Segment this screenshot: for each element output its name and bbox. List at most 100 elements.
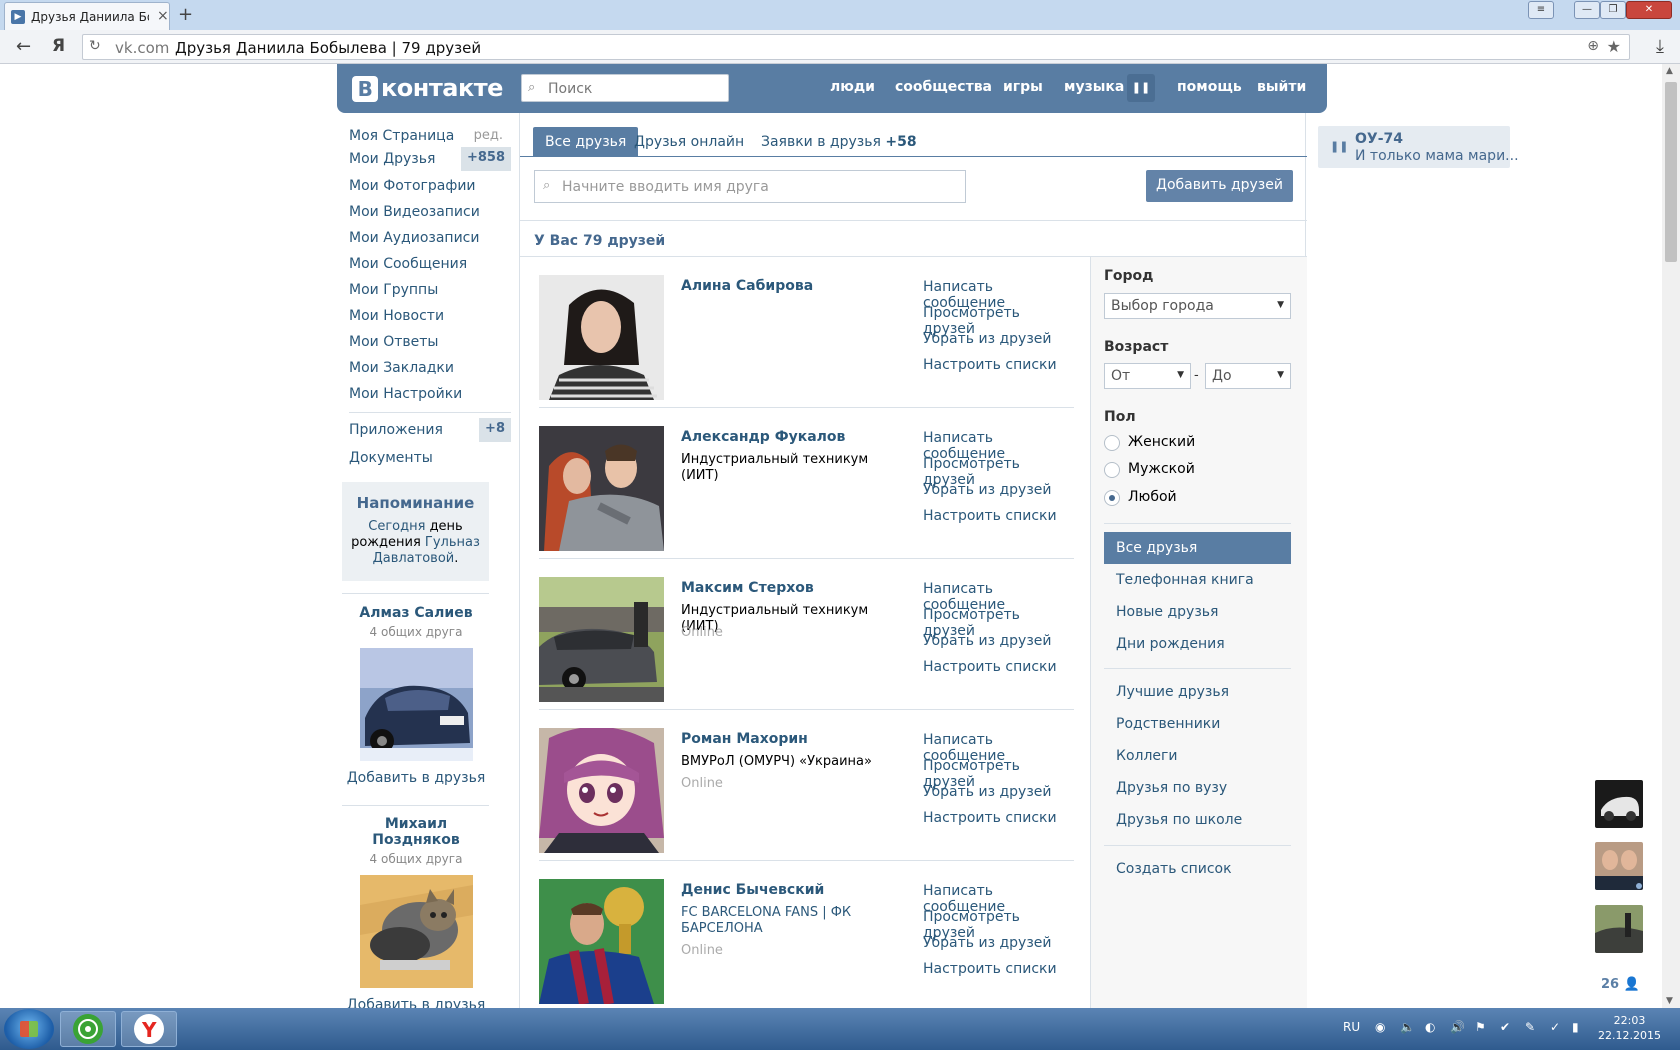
vk-logo[interactable]: Вконтакте [352, 74, 503, 102]
reminder-today-link[interactable]: Сегодня [368, 519, 425, 534]
menu-icon[interactable]: ≡ [1528, 1, 1554, 19]
zoom-icon[interactable]: ⊕ [1587, 38, 1599, 54]
minimize-icon[interactable]: — [1574, 1, 1600, 19]
menu-my-groups[interactable]: Мои Группы [341, 278, 511, 302]
browser-tab[interactable]: ▶ Друзья Даниила Бобы × [4, 2, 170, 30]
nav-communities[interactable]: сообщества [895, 79, 992, 95]
setup-lists-link[interactable]: Настроить списки [923, 357, 1057, 373]
chat-contact-avatar[interactable] [1595, 780, 1643, 828]
menu-documents[interactable]: Документы [341, 446, 511, 470]
nav-games[interactable]: игры [1003, 79, 1043, 95]
friend-avatar[interactable] [539, 426, 664, 551]
nav-music[interactable]: музыка [1064, 79, 1124, 95]
friend-search-input[interactable]: ⌕ Начните вводить имя друга [534, 170, 966, 203]
radio-button[interactable] [1104, 435, 1120, 451]
friend-avatar[interactable] [539, 728, 664, 853]
taskbar-app-yandex[interactable]: Y [121, 1011, 177, 1047]
friend-name[interactable]: Александр Фукалов [681, 429, 845, 445]
city-select[interactable]: Выбор города ▼ [1104, 293, 1291, 319]
setup-lists-link[interactable]: Настроить списки [923, 659, 1057, 675]
flag-icon[interactable]: ⚑ [1475, 1020, 1486, 1034]
edit-link[interactable]: ред. [474, 128, 503, 143]
yandex-icon[interactable]: Я [52, 36, 65, 56]
page-scrollbar[interactable]: ▲ ▼ [1662, 64, 1680, 1008]
url-field[interactable]: ↻ vk.com Друзья Даниила Бобылева | 79 др… [82, 34, 1630, 60]
remove-friend-link[interactable]: Убрать из друзей [923, 331, 1052, 347]
filter-colleagues[interactable]: Коллеги [1104, 740, 1291, 772]
radio-button-selected[interactable] [1104, 490, 1120, 506]
menu-apps[interactable]: Приложения +8 [341, 418, 511, 442]
tray-app-icon[interactable]: ◐ [1425, 1020, 1435, 1034]
volume-icon[interactable]: 🔈 [1400, 1020, 1415, 1034]
menu-my-page[interactable]: Моя Страница ред. [341, 124, 511, 148]
friend-name[interactable]: Максим Стерхов [681, 580, 814, 596]
friend-name[interactable]: Алина Сабирова [681, 278, 813, 294]
chat-contact-avatar[interactable] [1595, 842, 1643, 890]
radio-button[interactable] [1104, 462, 1120, 478]
tab-friend-requests[interactable]: Заявки в друзья +58 [749, 127, 929, 157]
language-indicator[interactable]: RU [1343, 1020, 1360, 1034]
pause-icon[interactable]: ❚❚ [1127, 74, 1155, 102]
remove-friend-link[interactable]: Убрать из друзей [923, 784, 1052, 800]
friend-group-link[interactable]: FC BARCELONA FANS | ФК БАРСЕЛОНА [681, 905, 901, 937]
friend-name[interactable]: Роман Махорин [681, 731, 808, 747]
chat-online-count[interactable]: 26 👤 [1601, 977, 1640, 992]
menu-my-friends[interactable]: Мои Друзья +858 [341, 147, 511, 171]
check-icon[interactable]: ✓ [1550, 1020, 1560, 1034]
nav-help[interactable]: помощь [1177, 79, 1242, 95]
new-tab-button[interactable]: + [178, 4, 193, 25]
age-from-select[interactable]: От ▼ [1104, 363, 1191, 389]
taskbar-app-radio[interactable] [60, 1011, 116, 1047]
reload-icon[interactable]: ↻ [89, 38, 101, 54]
filter-new-friends[interactable]: Новые друзья [1104, 596, 1291, 628]
close-window-icon[interactable]: ✕ [1626, 1, 1672, 19]
friend-avatar[interactable] [539, 879, 664, 1004]
chat-contact-avatar[interactable] [1595, 905, 1643, 953]
tray-app-icon[interactable]: ◉ [1375, 1020, 1385, 1034]
create-list-link[interactable]: Создать список [1104, 853, 1291, 885]
menu-my-messages[interactable]: Мои Сообщения [341, 252, 511, 276]
bookmark-star-icon[interactable]: ★ [1607, 37, 1621, 56]
filter-phone-book[interactable]: Телефонная книга [1104, 564, 1291, 596]
setup-lists-link[interactable]: Настроить списки [923, 810, 1057, 826]
menu-my-settings[interactable]: Мои Настройки [341, 382, 511, 406]
friend-name[interactable]: Денис Бычевский [681, 882, 824, 898]
menu-my-bookmarks[interactable]: Мои Закладки [341, 356, 511, 380]
remove-friend-link[interactable]: Убрать из друзей [923, 482, 1052, 498]
scroll-thumb[interactable] [1665, 82, 1677, 262]
menu-my-news[interactable]: Мои Новости [341, 304, 511, 328]
setup-lists-link[interactable]: Настроить списки [923, 961, 1057, 977]
suggestion-photo[interactable] [359, 875, 473, 988]
scroll-down-icon[interactable]: ▼ [1666, 996, 1673, 1006]
friend-avatar[interactable] [539, 577, 664, 702]
scroll-up-icon[interactable]: ▲ [1666, 66, 1673, 76]
system-clock[interactable]: 22:03 22.12.2015 [1598, 1013, 1661, 1043]
filter-best-friends[interactable]: Лучшие друзья [1104, 676, 1291, 708]
friend-avatar[interactable] [539, 275, 664, 400]
start-button[interactable] [4, 1009, 54, 1049]
header-search-input[interactable]: ⌕ Поиск [521, 74, 729, 102]
filter-all-friends[interactable]: Все друзья [1104, 532, 1291, 564]
speaker-icon[interactable]: 🔊 [1450, 1020, 1465, 1034]
reminder-name-link-2[interactable]: Давлатовой [373, 551, 455, 566]
tab-friends-online[interactable]: Друзья онлайн [622, 127, 756, 157]
nav-logout[interactable]: выйти [1257, 79, 1306, 95]
filter-school-friends[interactable]: Друзья по школе [1104, 804, 1291, 836]
network-icon[interactable]: ▮ [1572, 1020, 1579, 1034]
close-tab-icon[interactable]: × [157, 8, 169, 24]
audio-player-mini[interactable]: ❚❚ ОУ-74 И только мама мари... [1318, 126, 1519, 168]
back-icon[interactable]: ← [16, 36, 31, 57]
add-friend-link[interactable]: Добавить в друзья [342, 770, 490, 786]
reminder-name-link[interactable]: Гульназ [425, 535, 480, 550]
remove-friend-link[interactable]: Убрать из друзей [923, 633, 1052, 649]
setup-lists-link[interactable]: Настроить списки [923, 508, 1057, 524]
menu-my-answers[interactable]: Мои Ответы [341, 330, 511, 354]
filter-university-friends[interactable]: Друзья по вузу [1104, 772, 1291, 804]
add-friends-button[interactable]: Добавить друзей [1146, 170, 1293, 202]
menu-my-audio[interactable]: Мои Аудиозаписи [341, 226, 511, 250]
restore-icon[interactable]: ❐ [1600, 1, 1626, 19]
filter-birthdays[interactable]: Дни рождения [1104, 628, 1291, 660]
age-to-select[interactable]: До ▼ [1205, 363, 1291, 389]
menu-my-videos[interactable]: Мои Видеозаписи [341, 200, 511, 224]
menu-my-photos[interactable]: Мои Фотографии [341, 174, 511, 198]
